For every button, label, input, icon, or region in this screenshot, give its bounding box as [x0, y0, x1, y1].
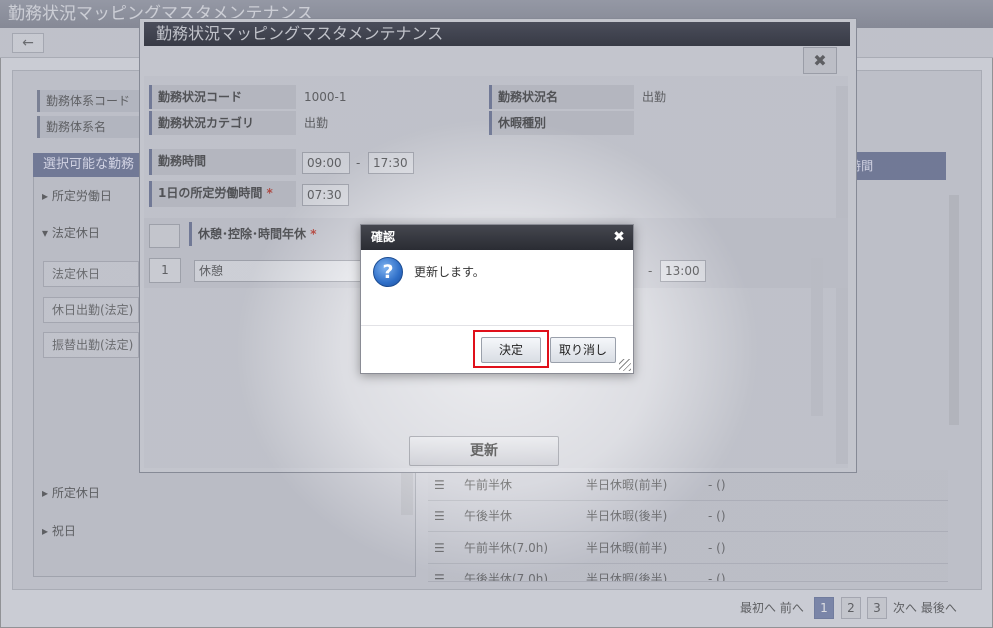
- question-icon: ?: [373, 257, 403, 287]
- work-time-start-input[interactable]: 09:00: [302, 152, 350, 174]
- chip-legal-holiday[interactable]: 法定休日: [43, 261, 139, 287]
- tree-scrollbar[interactable]: [401, 470, 413, 515]
- list-icon[interactable]: ☰: [434, 501, 445, 531]
- table-row[interactable]: ☰ 午後半休(7.0h) 半日休暇(後半) - (): [428, 564, 948, 582]
- ok-button[interactable]: 決定: [481, 337, 541, 363]
- status-category-label: 勤務状況カテゴリ: [149, 111, 296, 135]
- caret-down-icon: ▾: [42, 226, 52, 240]
- status-code-label: 勤務状況コード: [149, 85, 296, 109]
- table-row[interactable]: ☰ 午前半休 半日休暇(前半) - (): [428, 470, 948, 501]
- close-icon: ✖: [813, 51, 827, 70]
- status-name-label: 勤務状況名: [489, 85, 634, 109]
- time-separator: -: [356, 156, 361, 170]
- pager-next-last[interactable]: 次へ 最後へ: [893, 597, 957, 619]
- cancel-button[interactable]: 取り消し: [550, 337, 616, 363]
- divider: [361, 325, 633, 326]
- status-category-value: 出勤: [304, 116, 329, 130]
- chip-substitute-work-legal[interactable]: 振替出勤(法定): [43, 332, 139, 358]
- arrow-left-icon: ←: [22, 35, 34, 51]
- page-1-button[interactable]: 1: [814, 597, 834, 619]
- tree-item-scheduled-workday[interactable]: ▸ 所定労働日: [42, 181, 112, 211]
- time-separator: -: [648, 264, 653, 278]
- caret-right-icon: ▸: [42, 189, 52, 203]
- status-code-value: 1000-1: [304, 90, 347, 104]
- daily-hours-input[interactable]: 07:30: [302, 184, 349, 206]
- break-select-all-checkbox[interactable]: [149, 224, 180, 248]
- list-icon[interactable]: ☰: [434, 564, 445, 581]
- back-button[interactable]: ←: [12, 33, 44, 53]
- list-icon[interactable]: ☰: [434, 533, 445, 563]
- required-mark: *: [266, 186, 273, 200]
- resize-grip-icon[interactable]: [619, 359, 631, 371]
- table-row[interactable]: ☰ 午前半休(7.0h) 半日休暇(前半) - (): [428, 533, 948, 564]
- edit-dialog-close-button[interactable]: ✖: [803, 47, 837, 74]
- update-button[interactable]: 更新: [409, 436, 559, 466]
- caret-right-icon: ▸: [42, 524, 52, 538]
- break-row-number[interactable]: 1: [149, 258, 181, 283]
- tree-item-public-holiday[interactable]: ▸ 祝日: [42, 516, 76, 546]
- status-name-value: 出勤: [642, 90, 667, 104]
- close-icon[interactable]: ✖: [611, 228, 627, 246]
- list-icon[interactable]: ☰: [434, 470, 445, 500]
- system-code-label: 勤務体系コード: [37, 90, 142, 112]
- break-section-label: 休憩･控除･時間年休 *: [189, 222, 359, 246]
- caret-right-icon: ▸: [42, 486, 52, 500]
- break-row-name-input[interactable]: 休憩: [194, 260, 364, 282]
- table-row[interactable]: ☰ 午後半休 半日休暇(後半) - (): [428, 501, 948, 532]
- tree-item-scheduled-holiday[interactable]: ▸ 所定休日: [42, 478, 100, 508]
- work-time-end-input[interactable]: 17:30: [368, 152, 414, 174]
- work-time-label: 勤務時間: [149, 149, 296, 175]
- daily-hours-label: 1日の所定労働時間 *: [149, 181, 296, 207]
- pager-first-prev[interactable]: 最初へ 前へ: [740, 597, 804, 619]
- break-scrollbar[interactable]: [811, 258, 823, 416]
- break-row-end-input[interactable]: 13:00: [660, 260, 706, 282]
- chip-holiday-work-legal[interactable]: 休日出勤(法定): [43, 297, 139, 323]
- system-name-label: 勤務体系名: [37, 116, 142, 138]
- confirm-message: 更新します。: [414, 265, 485, 279]
- grid-scrollbar[interactable]: [949, 195, 959, 425]
- tree-item-legal-holiday[interactable]: ▾ 法定休日: [42, 218, 100, 248]
- page-3-button[interactable]: 3: [867, 597, 887, 619]
- leave-type-label: 休暇種別: [489, 111, 634, 135]
- confirm-dialog-title: 確認: [361, 225, 633, 250]
- page-2-button[interactable]: 2: [841, 597, 861, 619]
- edit-dialog-title: 勤務状況マッピングマスタメンテナンス: [144, 22, 850, 46]
- confirm-dialog: 確認 ✖ ? 更新します。 決定 取り消し: [360, 224, 634, 374]
